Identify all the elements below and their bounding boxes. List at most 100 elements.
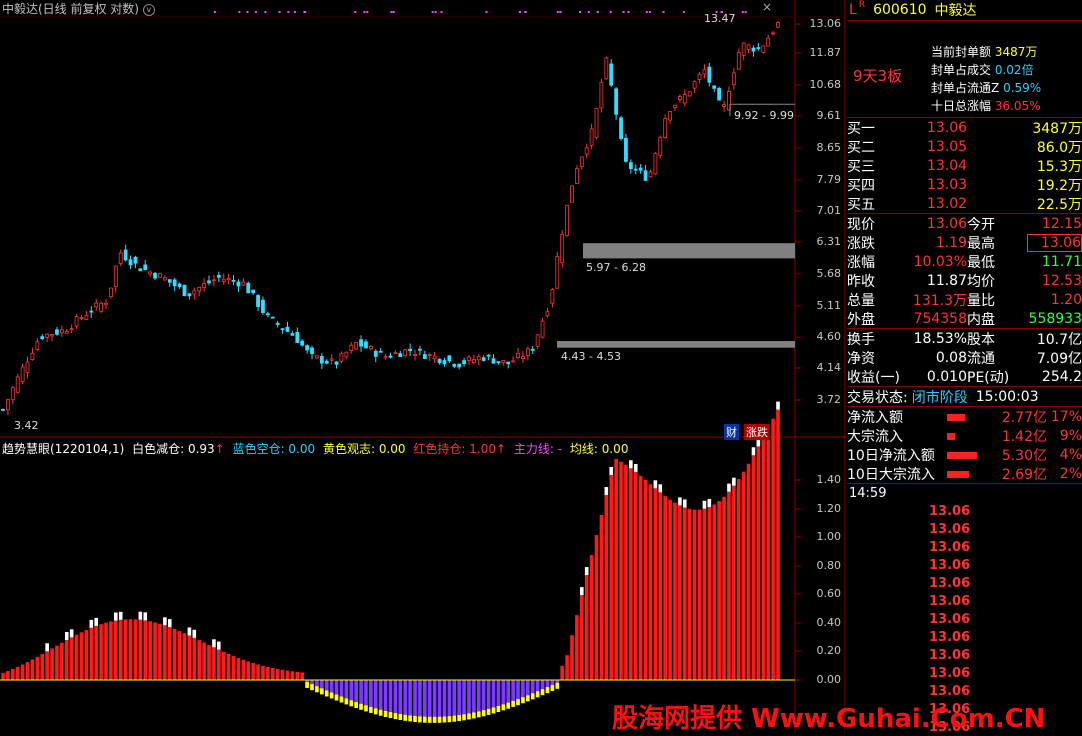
indicator-label: 0.40 <box>816 616 842 629</box>
flow-pct: 2% <box>1059 465 1082 482</box>
candle-body <box>614 88 619 115</box>
hist-bar-red <box>266 666 270 680</box>
hist-bar-white <box>678 497 682 506</box>
limit-up-badge[interactable]: 涨跌 <box>744 424 770 440</box>
candle-body <box>624 137 628 162</box>
hist-bar-red <box>172 628 177 680</box>
price-label: 5.68 <box>816 267 842 280</box>
hist-bar-white <box>658 484 663 493</box>
hist-bar-white <box>727 483 731 492</box>
candle-body <box>452 363 457 367</box>
indicator-label: 1.20 <box>816 502 842 515</box>
price-label: 7.79 <box>816 173 842 186</box>
bid-row[interactable]: 买四 13.03 19.2万 <box>847 175 1082 194</box>
signal-dot <box>559 11 562 13</box>
hist-bar-white <box>192 629 197 638</box>
stats-block: 现价 13.06 今开 12.15 涨跌 1.19 最高 13.06 涨幅 10.03% 最低 11.… <box>847 213 1082 328</box>
hist-bar-yellow <box>359 703 363 710</box>
stat-l1: 涨跌 <box>847 235 875 252</box>
price-label: 6.31 <box>816 235 842 248</box>
trade-status-label: 交易状态: <box>847 389 908 406</box>
candle-body <box>319 356 324 364</box>
stat-l1: 总量 <box>847 292 875 309</box>
stat-l1: 换手 <box>847 331 875 348</box>
chart-title: 中毅达(日线 前复权 对数) <box>2 2 139 16</box>
candle-body <box>589 128 594 146</box>
tick-row: 13.06 <box>847 610 1082 628</box>
bid-row[interactable]: 买五 13.02 22.5万 <box>847 194 1082 213</box>
candle-body <box>756 47 761 49</box>
hist-bar-red <box>94 625 98 680</box>
hist-bar-white <box>751 447 756 456</box>
hist-bar-red <box>771 418 775 680</box>
low-marker: 3.42 <box>14 419 39 432</box>
kline-chart-area[interactable]: 中毅达(日线 前复权 对数) v × 13.06 11.87 10.68 9.6… <box>0 0 845 733</box>
signal-dot <box>556 11 559 13</box>
candle-body <box>118 252 123 264</box>
signal-dot <box>278 11 281 13</box>
hist-bar-yellow <box>329 692 334 699</box>
signal-dot <box>485 11 488 13</box>
hist-bar-red <box>751 455 756 680</box>
stat-v1: 10.03% <box>913 253 967 270</box>
candle-body <box>422 354 427 359</box>
kline-svg[interactable] <box>0 0 845 733</box>
hist-bar-red <box>707 507 712 680</box>
bid-price: 13.05 <box>927 138 968 155</box>
candle-body <box>476 356 481 361</box>
signal-dot <box>648 11 651 13</box>
finance-badge[interactable]: 财 <box>724 424 739 440</box>
candle-body <box>300 340 305 346</box>
bid-row[interactable]: 买二 13.05 86.0万 <box>847 137 1082 156</box>
candle-body <box>324 360 329 364</box>
tick-price: 13.06 <box>929 611 971 627</box>
hist-bar-red <box>638 475 643 680</box>
quote-header: L R 600610 中毅达 <box>847 0 1082 20</box>
signal-dot <box>587 11 590 13</box>
hist-bar-red <box>226 653 231 680</box>
candle-body <box>633 168 638 171</box>
candle-body <box>697 73 702 80</box>
hist-bar-purple <box>413 680 417 722</box>
stat-v1: 754358 <box>913 310 967 327</box>
hist-bar-purple <box>452 680 457 722</box>
bid-label: 买五 <box>847 196 875 213</box>
close-icon[interactable]: × <box>762 0 772 14</box>
bid-label: 买四 <box>847 177 875 194</box>
tick-row: 13.06 <box>847 592 1082 610</box>
hist-bar-white <box>114 612 118 621</box>
candle-body <box>555 256 560 289</box>
candle-body <box>373 350 378 357</box>
candle-body <box>594 107 599 138</box>
hist-bar-red <box>300 672 305 680</box>
hist-bar-red <box>295 671 300 680</box>
bid-row[interactable]: 买三 13.04 15.3万 <box>847 156 1082 175</box>
red-label: 红色持仓: 1.00 <box>413 442 496 456</box>
hist-bar-red <box>256 664 260 680</box>
hist-bar-white <box>629 460 633 469</box>
bid-row[interactable]: 买一 13.06 3487万 <box>847 118 1082 137</box>
hist-bar-yellow <box>432 716 437 723</box>
indicator-name: 趋势慧眼(1220104,1) <box>2 442 125 456</box>
hist-bar-red <box>241 659 246 680</box>
bid-label: 买一 <box>847 120 875 137</box>
bid-label: 买三 <box>847 158 875 175</box>
trade-time: 15:00:03 <box>975 388 1039 405</box>
hist-bar-red <box>673 502 677 680</box>
up-arrow-icon: ↑ <box>214 442 225 456</box>
flow-block: 净流入额 2.77亿 17% 大宗流入 1.42亿 9% 10日净流入额 5.30亿 4% 10日… <box>847 406 1082 483</box>
chevron-down-icon[interactable]: v <box>142 3 155 16</box>
hist-bar-red <box>575 615 579 680</box>
hist-bar-white <box>579 587 584 596</box>
hist-bar-red <box>138 619 143 680</box>
candle-body <box>658 136 663 156</box>
hist-bar-red <box>182 633 187 680</box>
hist-bar-red <box>599 515 604 680</box>
signal-dot <box>579 11 582 13</box>
limit-tag: 9天3板 <box>853 67 903 85</box>
tick-row: 13.06 <box>847 664 1082 682</box>
tick-price: 13.06 <box>929 593 971 609</box>
hist-bar-red <box>118 619 123 680</box>
hist-bar-red <box>30 659 35 680</box>
hist-bar-red <box>594 535 599 680</box>
